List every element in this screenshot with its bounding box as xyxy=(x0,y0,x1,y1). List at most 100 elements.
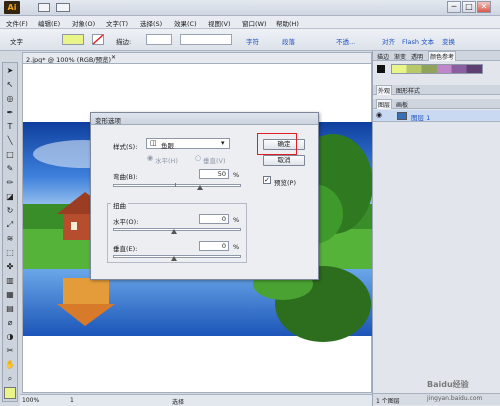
warp-tool-icon[interactable]: ≋ xyxy=(4,233,16,245)
dialog-title-bar[interactable]: 变形选项 xyxy=(91,113,318,125)
fill-swatch[interactable] xyxy=(62,34,84,45)
scissors-tool-icon[interactable]: ✂ xyxy=(4,345,16,357)
menu-select[interactable]: 选择(S) xyxy=(140,18,162,28)
tab-layers[interactable]: 图层 xyxy=(376,99,393,109)
distortion-label: 扭曲 xyxy=(111,200,128,210)
stroke-weight-field[interactable] xyxy=(146,34,172,45)
style-label: 样式(S): xyxy=(113,143,138,151)
menu-window[interactable]: 窗口(W) xyxy=(242,18,267,28)
horizontal-distortion-slider[interactable] xyxy=(113,228,241,231)
close-button[interactable]: ✕ xyxy=(477,1,491,13)
fisheye-icon: ◫ xyxy=(150,139,157,147)
pen-tool-icon[interactable]: ✒ xyxy=(4,107,16,119)
layer-name[interactable]: 图层 1 xyxy=(411,112,430,122)
opacity-link[interactable]: 不透... xyxy=(336,36,355,46)
control-bar: 文字 描边: 字符 段落 不透... 对齐 Flash 文本 变换 xyxy=(0,29,500,51)
menu-object[interactable]: 对象(O) xyxy=(72,18,95,28)
cancel-button[interactable]: 取消 xyxy=(263,155,305,166)
page-number[interactable]: 1 xyxy=(70,397,74,404)
symbol-tool-icon[interactable]: ✤ xyxy=(4,261,16,273)
maximize-button[interactable]: □ xyxy=(462,1,476,13)
fill-stroke-icon[interactable] xyxy=(4,387,16,399)
flash-text-link[interactable]: Flash 文本 xyxy=(402,36,434,46)
tab-stroke[interactable]: 描边 xyxy=(376,52,390,61)
brush-tool-icon[interactable]: ✎ xyxy=(4,163,16,175)
layer-row[interactable]: ◉ 图层 1 xyxy=(373,110,500,122)
menu-file[interactable]: 文件(F) xyxy=(6,18,28,28)
type-tool-icon[interactable]: T xyxy=(4,121,16,133)
distortion-group xyxy=(107,203,247,263)
scale-tool-icon[interactable]: ⤢ xyxy=(4,219,16,231)
base-color-swatch[interactable] xyxy=(377,65,385,73)
tools-panel: ➤ ↖ ◎ ✒ T ╲ □ ✎ ✏ ◪ ↻ ⤢ ≋ ⬚ ✤ ▥ ▦ ▤ ⌀ ◑ … xyxy=(2,62,18,402)
menu-view[interactable]: 视图(V) xyxy=(208,18,231,28)
zoom-tool-icon[interactable]: ⌕ xyxy=(4,373,16,385)
minimize-button[interactable]: ─ xyxy=(447,1,461,13)
vertical-distortion-slider[interactable] xyxy=(113,255,241,258)
menu-help[interactable]: 帮助(H) xyxy=(276,18,299,28)
eye-icon[interactable]: ◉ xyxy=(376,111,382,119)
transform-link[interactable]: 变换 xyxy=(442,36,455,46)
horizontal-distortion-input[interactable]: 0 xyxy=(199,214,229,224)
watermark-url: jingyan.baidu.com xyxy=(427,395,483,402)
chevron-down-icon: ▾ xyxy=(221,139,225,147)
bend-input[interactable]: 50 xyxy=(199,169,229,179)
status-bar: 100% 1 选择 xyxy=(20,394,372,406)
font-family-field[interactable] xyxy=(180,34,232,45)
arrange-docs-icon[interactable] xyxy=(56,3,70,12)
direct-select-tool-icon[interactable]: ↖ xyxy=(4,79,16,91)
right-panels: 描边 渐变 透明 颜色参考 外观 图形样式 图层 画板 ◉ 图层 1 1 个图层… xyxy=(372,51,500,406)
mesh-tool-icon[interactable]: ▦ xyxy=(4,289,16,301)
paragraph-link[interactable]: 段落 xyxy=(282,36,295,46)
bend-unit: % xyxy=(233,171,240,179)
free-transform-tool-icon[interactable]: ⬚ xyxy=(4,247,16,259)
rotate-tool-icon[interactable]: ↻ xyxy=(4,205,16,217)
lasso-tool-icon[interactable]: ◎ xyxy=(4,93,16,105)
zoom-level[interactable]: 100% xyxy=(22,397,39,404)
stroke-swatch[interactable] xyxy=(92,34,104,45)
close-tab-icon[interactable]: ✕ xyxy=(111,54,116,61)
bend-slider-center-tick xyxy=(175,183,176,187)
document-tab[interactable]: 2.jpg* @ 100% (RGB/预览) ✕ xyxy=(22,52,372,64)
bend-slider[interactable] xyxy=(113,184,241,187)
character-link[interactable]: 字符 xyxy=(246,36,259,46)
horizontal-radio[interactable]: ◉ xyxy=(147,154,153,162)
selection-tool-icon[interactable]: ➤ xyxy=(4,65,16,77)
layer-tabs: 图层 画板 xyxy=(373,99,500,109)
menu-effect[interactable]: 效果(C) xyxy=(174,18,197,28)
vertical-distortion-thumb[interactable] xyxy=(171,256,177,261)
preview-checkbox[interactable]: ✓ xyxy=(263,176,271,184)
workspace-icon[interactable] xyxy=(38,3,50,12)
gradient-tool-icon[interactable]: ▤ xyxy=(4,303,16,315)
tab-artboards[interactable]: 画板 xyxy=(395,100,409,109)
tab-gradient[interactable]: 渐变 xyxy=(393,52,407,61)
status-mode: 选择 xyxy=(172,399,185,406)
horizontal-distortion-label: 水平(O): xyxy=(113,218,139,226)
align-link[interactable]: 对齐 xyxy=(382,36,395,46)
layers-footer: 1 个图层 jingyan.baidu.com xyxy=(373,393,500,405)
vertical-distortion-input[interactable]: 0 xyxy=(199,241,229,251)
tab-graphic-styles[interactable]: 图形样式 xyxy=(395,86,421,95)
tab-appearance[interactable]: 外观 xyxy=(376,85,393,95)
menu-edit[interactable]: 编辑(E) xyxy=(38,18,60,28)
bend-slider-thumb[interactable] xyxy=(197,185,203,190)
rectangle-tool-icon[interactable]: □ xyxy=(4,149,16,161)
menu-type[interactable]: 文字(T) xyxy=(106,18,128,28)
tab-transparency[interactable]: 透明 xyxy=(410,52,424,61)
color-harmony-strip[interactable] xyxy=(391,64,483,74)
eyedropper-tool-icon[interactable]: ⌀ xyxy=(4,317,16,329)
tab-color-guide[interactable]: 颜色参考 xyxy=(428,51,457,61)
vertical-radio[interactable]: ○ xyxy=(195,154,201,162)
eraser-tool-icon[interactable]: ◪ xyxy=(4,191,16,203)
pencil-tool-icon[interactable]: ✏ xyxy=(4,177,16,189)
preview-label: 预览(P) xyxy=(274,179,296,187)
horizontal-distortion-thumb[interactable] xyxy=(171,229,177,234)
warp-options-dialog: 变形选项 样式(S): ◫ 鱼眼 ▾ ◉ 水平(H) ○ 垂直(V) 弯曲(B)… xyxy=(90,112,319,280)
graph-tool-icon[interactable]: ▥ xyxy=(4,275,16,287)
blend-tool-icon[interactable]: ◑ xyxy=(4,331,16,343)
hand-tool-icon[interactable]: ✋ xyxy=(4,359,16,371)
control-type-label: 文字 xyxy=(10,38,23,46)
line-tool-icon[interactable]: ╲ xyxy=(4,135,16,147)
style-select[interactable]: ◫ 鱼眼 ▾ xyxy=(146,138,230,150)
menu-bar: 文件(F) 编辑(E) 对象(O) 文字(T) 选择(S) 效果(C) 视图(V… xyxy=(0,16,500,29)
